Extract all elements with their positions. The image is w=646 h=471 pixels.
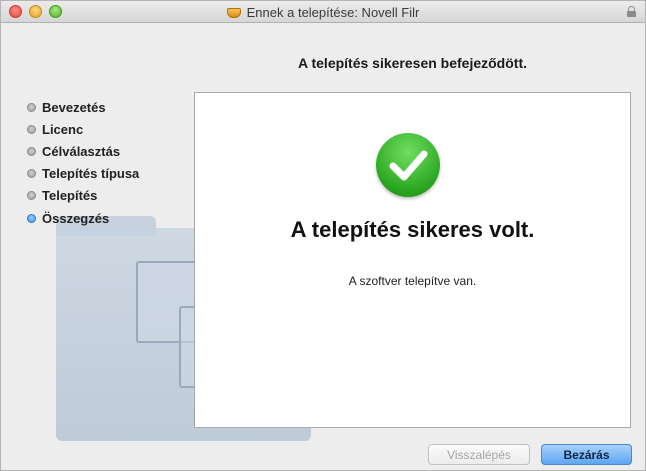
window-title-group: Ennek a telepítése: Novell Filr [1, 1, 645, 23]
step-label: Bevezetés [42, 99, 106, 115]
step-label: Telepítés [42, 188, 98, 204]
window-title: Ennek a telepítése: Novell Filr [246, 4, 420, 20]
success-title: A telepítés sikeres volt. [290, 217, 535, 242]
step-label: Célválasztás [42, 143, 121, 159]
step-bullet-icon [27, 191, 36, 201]
step-bullet-active-icon [27, 213, 36, 223]
back-button[interactable]: Visszalépés [428, 444, 530, 465]
step-item-install: Telepítés [27, 185, 139, 207]
step-label: Telepítés típusa [42, 166, 140, 182]
close-button[interactable]: Bezárás [541, 444, 632, 465]
success-message: A szoftver telepítve van. [348, 274, 477, 288]
step-bullet-icon [27, 102, 36, 112]
step-list: Bevezetés Licenc Célválasztás Telepítés … [27, 96, 139, 229]
title-bar: Ennek a telepítése: Novell Filr [1, 1, 645, 23]
step-bullet-icon [27, 169, 36, 179]
page-heading: A telepítés sikeresen befejeződött. [298, 55, 527, 71]
step-item-license: Licenc [27, 118, 139, 140]
step-bullet-icon [27, 124, 36, 134]
step-bullet-icon [27, 146, 36, 156]
installer-window: Ennek a telepítése: Novell Filr A telepí… [0, 0, 646, 471]
step-label: Összegzés [42, 210, 110, 226]
checkmark-icon [376, 133, 440, 197]
package-icon [226, 7, 241, 18]
content-panel: A telepítés sikeres volt. A szoftver tel… [194, 92, 631, 428]
lock-icon[interactable] [627, 6, 636, 17]
step-item-summary: Összegzés [27, 207, 139, 229]
step-item-destination: Célválasztás [27, 140, 139, 162]
step-label: Licenc [42, 121, 84, 137]
step-item-install-type: Telepítés típusa [27, 163, 139, 185]
step-item-intro: Bevezetés [27, 96, 139, 118]
